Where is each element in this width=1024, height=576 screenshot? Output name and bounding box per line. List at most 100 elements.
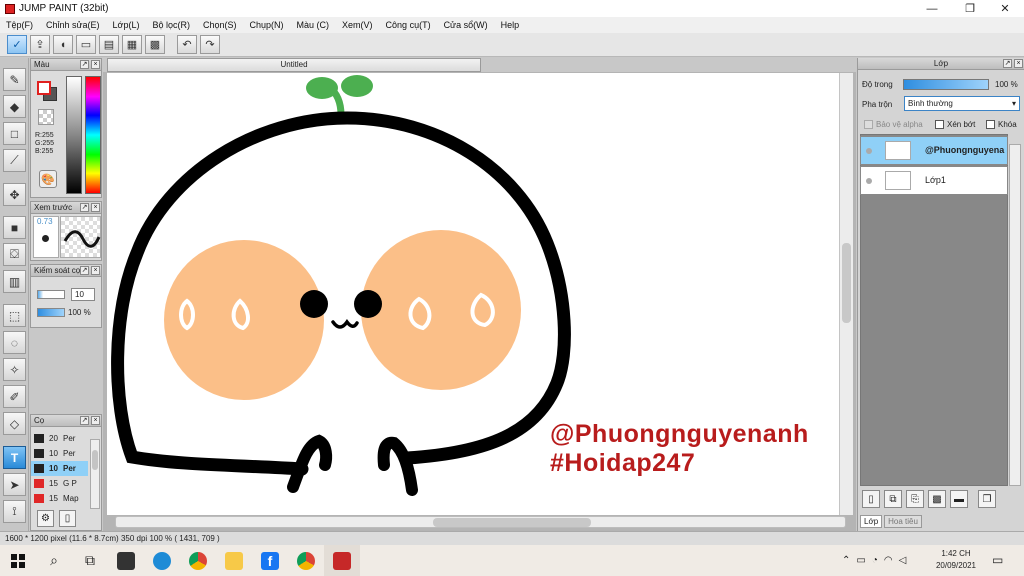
close-icon[interactable]: × [1014, 59, 1023, 68]
eyedropper-tool-icon[interactable]: ⟟ [3, 500, 26, 523]
detach-icon[interactable]: ↗ [1003, 59, 1012, 68]
brush-tool-icon[interactable]: ✎ [3, 68, 26, 91]
menu-edit[interactable]: Chỉnh sửa(E) [46, 20, 100, 30]
menu-tools[interactable]: Công cụ(T) [386, 20, 431, 30]
file-explorer-icon[interactable] [216, 545, 252, 576]
brush-list-item[interactable]: 15 G P [31, 476, 88, 491]
clip-checkbox[interactable]: Xén bớt [935, 120, 975, 129]
minimize-button[interactable]: — [915, 0, 949, 17]
visibility-icon[interactable] [866, 148, 872, 154]
visibility-icon[interactable] [866, 178, 872, 184]
scroll-thumb[interactable] [433, 518, 591, 527]
brush-list-item[interactable]: 10 Per [31, 446, 88, 461]
chrome-icon[interactable] [180, 545, 216, 576]
rectangle-tool-icon[interactable]: □ [3, 122, 26, 145]
screentone-icon[interactable]: ▩ [928, 490, 946, 508]
eraser-tool-icon[interactable]: ◆ [3, 95, 26, 118]
close-button[interactable]: ✕ [988, 0, 1022, 17]
lasso-tool-icon[interactable]: ◌ [3, 331, 26, 354]
close-icon[interactable]: × [91, 203, 100, 212]
chrome-profile-icon[interactable] [288, 545, 324, 576]
close-icon[interactable]: × [91, 416, 100, 425]
clock[interactable]: 1:42 CH 20/09/2021 [928, 548, 984, 572]
layer-opacity-slider[interactable] [903, 79, 989, 90]
layer-row-selected[interactable]: @Phuongnguyena [860, 136, 1008, 165]
menu-layer[interactable]: Lớp(L) [113, 20, 140, 30]
menu-capture[interactable]: Chụp(N) [250, 20, 284, 30]
drawing-canvas[interactable]: @Phuongnguyenanh #Hoidap247 [107, 73, 839, 515]
detach-icon[interactable]: ↗ [80, 266, 89, 275]
brush-size-field[interactable]: 10 [71, 288, 95, 301]
select-eraser-tool-icon[interactable]: ◇ [3, 412, 26, 435]
protect-alpha-checkbox[interactable]: Bảo vệ alpha [864, 120, 923, 129]
brush-list-item[interactable]: 15 Map [31, 491, 88, 506]
network-icon[interactable]: ◔ [872, 555, 878, 566]
blend-mode-select[interactable]: Bình thường ▾ [904, 96, 1020, 111]
brightness-slider[interactable] [66, 76, 82, 194]
menu-filter[interactable]: Bộ lọc(R) [152, 20, 190, 30]
grid-icon[interactable]: ▩ [145, 35, 165, 54]
magic-wand-tool-icon[interactable]: ✧ [3, 358, 26, 381]
move-tool-icon[interactable]: ✥ [3, 183, 26, 206]
comment-icon[interactable]: ▭ [76, 35, 96, 54]
select-pen-tool-icon[interactable]: ✐ [3, 385, 26, 408]
layer-list-scrollbar[interactable] [1009, 144, 1021, 486]
layer-row[interactable]: Lớp1 [860, 166, 1008, 195]
canvas-vertical-scrollbar[interactable] [839, 73, 853, 515]
brush-list-item-selected[interactable]: 10 Per [31, 461, 88, 476]
brush-list-item[interactable]: 20 Per [31, 431, 88, 446]
transparent-swatch[interactable] [38, 109, 54, 125]
wifi-icon[interactable]: ◠ [884, 555, 893, 566]
brush-list-scrollbar[interactable] [90, 439, 100, 509]
operation-tool-icon[interactable]: ➤ [3, 473, 26, 496]
menu-file[interactable]: Tệp(F) [6, 20, 33, 30]
menu-help[interactable]: Help [501, 20, 520, 30]
folder-icon[interactable]: ▬ [950, 490, 968, 508]
battery-icon[interactable]: ▭ [856, 555, 865, 566]
notification-icon[interactable]: ▭ [992, 553, 1003, 567]
menu-select[interactable]: Chọn(S) [203, 20, 237, 30]
volume-icon[interactable]: ◁ [899, 555, 907, 566]
search-icon[interactable]: ⌕ [36, 545, 72, 576]
brush-opacity-slider[interactable] [37, 308, 65, 317]
scroll-thumb[interactable] [842, 243, 851, 323]
page-icon[interactable]: ▤ [99, 35, 119, 54]
document-tab[interactable]: Untitled [107, 58, 481, 72]
bucket-tool-icon[interactable]: ⛋ [3, 243, 26, 266]
jump-paint-taskbar-icon[interactable] [324, 545, 360, 576]
merge-layer-icon[interactable]: ⎘ [906, 490, 924, 508]
windows-start-icon[interactable] [0, 545, 36, 576]
fill-rect-tool-icon[interactable]: ■ [3, 216, 26, 239]
redo-icon[interactable]: ↷ [200, 35, 220, 54]
edge-icon[interactable] [144, 545, 180, 576]
store-icon[interactable] [108, 545, 144, 576]
foreground-color-swatch[interactable] [37, 81, 51, 95]
line-tool-icon[interactable]: ⟋ [3, 149, 26, 172]
copy-layer-icon[interactable]: ⧉ [884, 490, 902, 508]
menu-color[interactable]: Màu (C) [297, 20, 330, 30]
detach-icon[interactable]: ↗ [80, 60, 89, 69]
rect-select-tool-icon[interactable]: ⬚ [3, 304, 26, 327]
export-icon[interactable]: ⇪ [30, 35, 50, 54]
hue-slider[interactable] [85, 76, 101, 194]
facebook-icon[interactable]: f [252, 545, 288, 576]
chevron-up-icon[interactable]: ⌃ [842, 555, 850, 566]
menu-window[interactable]: Cửa sổ(W) [444, 20, 488, 30]
undo-icon[interactable]: ↶ [177, 35, 197, 54]
new-brush-icon[interactable]: ▯ [59, 510, 76, 527]
check-icon[interactable]: ✓ [7, 35, 27, 54]
text-tool-icon[interactable]: T [3, 446, 26, 469]
canvas-horizontal-scrollbar[interactable] [115, 516, 846, 528]
palette-icon[interactable]: 🎨 [39, 170, 57, 188]
tab-layer[interactable]: Lớp [860, 515, 883, 528]
speech-icon[interactable]: ◖ [53, 35, 73, 54]
task-view-icon[interactable]: ⧉ [72, 545, 108, 576]
close-icon[interactable]: × [91, 266, 100, 275]
gradient-tool-icon[interactable]: ▥ [3, 270, 26, 293]
duplicate-icon[interactable]: ❐ [978, 490, 996, 508]
new-layer-icon[interactable]: ▯ [862, 490, 880, 508]
detach-icon[interactable]: ↗ [80, 416, 89, 425]
menu-view[interactable]: Xem(V) [342, 20, 373, 30]
detach-icon[interactable]: ↗ [80, 203, 89, 212]
close-icon[interactable]: × [91, 60, 100, 69]
